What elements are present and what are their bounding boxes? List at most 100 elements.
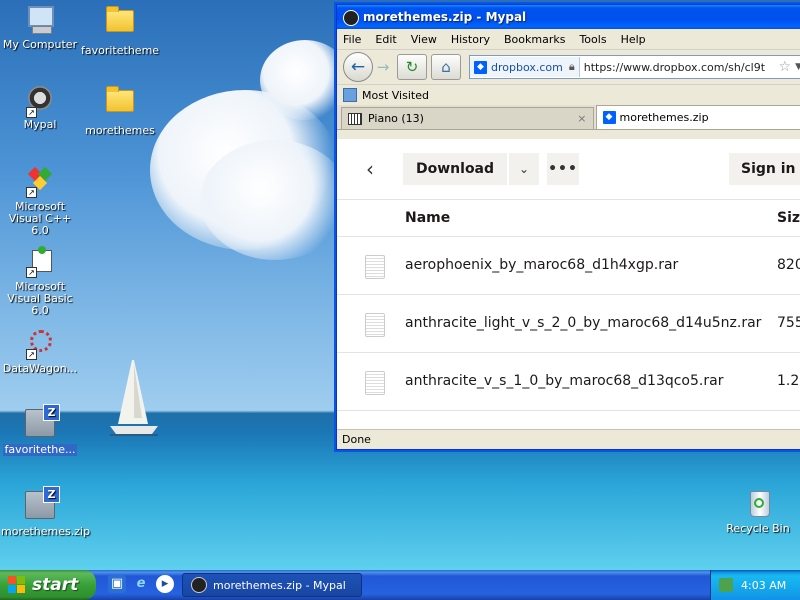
mypal-icon (191, 577, 207, 593)
piano-favicon-icon (348, 112, 362, 125)
zip-file-icon: Z (24, 404, 60, 441)
desktop-icon-label: Recycle Bin (726, 522, 790, 535)
download-button[interactable]: Download (403, 153, 508, 185)
table-row[interactable] (337, 411, 800, 429)
visual-cpp-icon: ↗ (24, 166, 56, 198)
archive-file-icon (365, 313, 385, 337)
table-row[interactable]: anthracite_v_s_1_0_by_maroc68_d13qco5.ra… (337, 353, 800, 411)
tab-morethemes[interactable]: ◆ morethemes.zip (595, 105, 800, 129)
file-name[interactable]: anthracite_v_s_1_0_by_maroc68_d13qco5.ra… (405, 373, 723, 389)
browser-window[interactable]: morethemes.zip - Mypal File Edit View Hi… (336, 4, 800, 450)
table-row[interactable]: anthracite_light_v_s_2_0_by_maroc68_d14u… (337, 295, 800, 353)
sign-in-button[interactable]: Sign in (729, 153, 800, 185)
media-player-icon[interactable]: ▸ (156, 575, 174, 593)
download-dropdown-button[interactable]: ⌄ (509, 153, 540, 185)
bookmark-most-visited[interactable]: Most Visited (362, 89, 429, 102)
file-size: 820 (777, 257, 800, 273)
computer-icon (24, 4, 56, 36)
zip-file-icon: Z (24, 486, 60, 523)
bookmark-star-icon[interactable]: ☆ (779, 59, 792, 75)
menu-bookmarks[interactable]: Bookmarks (504, 33, 565, 46)
internet-explorer-icon[interactable]: e (132, 575, 150, 593)
tab-label: Piano (13) (368, 112, 424, 125)
desktop-icon-favoritetheme[interactable]: favoritetheme (80, 4, 160, 57)
reload-icon: ↻ (405, 58, 419, 76)
dropbox-favicon-icon: ◆ (474, 60, 487, 74)
column-header-name[interactable]: Name (405, 210, 450, 226)
desktop-icon-mypal[interactable]: ↗ Mypal (0, 84, 80, 131)
taskbar-button-mypal[interactable]: morethemes.zip - Mypal (182, 573, 362, 597)
desktop-icon-label: My Computer (2, 38, 78, 51)
file-size: 1.26 (777, 373, 800, 389)
desktop-icon-label: favoritethe... (3, 443, 77, 456)
desktop-icon-favoritetheme-zip[interactable]: Z favoritethe... (0, 404, 80, 456)
status-bar: Done (337, 429, 800, 449)
desktop-icon-recycle-bin[interactable]: Recycle Bin (718, 488, 798, 535)
sailboat-image (110, 360, 158, 436)
home-button[interactable]: ⌂ (431, 54, 461, 80)
window-title: morethemes.zip - Mypal (363, 10, 527, 24)
menu-edit[interactable]: Edit (375, 33, 396, 46)
url-bar[interactable]: ◆ dropbox.com 🔒︎ https://www.dropbox.com… (469, 55, 800, 79)
menu-view[interactable]: View (411, 33, 437, 46)
desktop-icon-morethemes[interactable]: morethemes (80, 84, 160, 137)
chevron-down-icon: ⌄ (519, 162, 530, 176)
taskbar-button-label: morethemes.zip - Mypal (213, 578, 346, 592)
menu-tools[interactable]: Tools (579, 33, 606, 46)
desktop-icon-label: morethemes.zip (1, 525, 91, 538)
back-chevron-icon[interactable]: ‹ (355, 157, 385, 181)
most-visited-icon (343, 88, 357, 102)
start-button[interactable]: start (0, 570, 96, 600)
bookmarks-toolbar: Most Visited (337, 85, 800, 105)
column-header-size[interactable]: Size (777, 210, 800, 226)
quicklaunch-show-desktop-icon[interactable]: ▣ (108, 575, 126, 593)
file-name[interactable]: anthracite_light_v_s_2_0_by_maroc68_d14u… (405, 315, 761, 331)
desktop-icon-label: Mypal (23, 118, 57, 131)
reload-button[interactable]: ↻ (397, 54, 427, 80)
file-size: 755 (777, 315, 800, 331)
site-identity[interactable]: ◆ dropbox.com 🔒︎ (470, 57, 580, 77)
menu-help[interactable]: Help (621, 33, 646, 46)
file-name[interactable]: aerophoenix_by_maroc68_d1h4xgp.rar (405, 257, 678, 273)
tab-close-icon[interactable]: × (577, 112, 586, 125)
lock-icon: 🔒︎ (568, 60, 575, 73)
table-row[interactable]: aerophoenix_by_maroc68_d1h4xgp.rar 820 (337, 237, 800, 295)
cloud (200, 140, 350, 260)
navigation-toolbar: ← → ↻ ⌂ ◆ dropbox.com 🔒︎ https://www.dro… (337, 50, 800, 85)
menu-bar: File Edit View History Bookmarks Tools H… (337, 29, 800, 50)
desktop-icon-label: Microsoft Visual Basic 6.0 (7, 280, 73, 317)
desktop-icon-label: morethemes (85, 124, 155, 137)
file-table-header: Name Size (337, 200, 800, 237)
url-text[interactable]: https://www.dropbox.com/sh/cl9t (580, 61, 779, 74)
recycle-bin-icon (742, 488, 774, 520)
tab-label: morethemes.zip (619, 111, 709, 124)
start-label: start (32, 575, 79, 595)
window-titlebar[interactable]: morethemes.zip - Mypal (337, 5, 800, 29)
tab-piano[interactable]: Piano (13) × (341, 107, 594, 129)
forward-button[interactable]: → (373, 55, 393, 79)
network-tray-icon[interactable] (719, 578, 733, 592)
folder-icon (104, 86, 136, 122)
desktop-icon-my-computer[interactable]: My Computer (0, 4, 80, 51)
mypal-raccoon-icon: ↗ (24, 84, 56, 118)
desktop-icon-label: favoritetheme (81, 44, 160, 57)
status-text: Done (342, 433, 371, 446)
url-dropdown-icon[interactable]: ▼ (795, 62, 800, 72)
windows-flag-icon (8, 576, 26, 594)
folder-icon (104, 6, 136, 42)
menu-history[interactable]: History (451, 33, 490, 46)
dropbox-favicon-icon: ◆ (602, 111, 616, 124)
site-identity-label: dropbox.com (491, 60, 563, 74)
clock[interactable]: 4:03 AM (741, 579, 786, 592)
page-content: ‹ Download ⌄ ••• Sign in Name Size aerop… (337, 139, 800, 429)
desktop-icon-visual-cpp[interactable]: ↗ Microsoft Visual C++ 6.0 (0, 166, 80, 237)
desktop-icon-datawagon[interactable]: ↗ DataWagon... (0, 328, 80, 375)
desktop-icon-label: DataWagon... (2, 362, 78, 375)
back-button[interactable]: ← (343, 52, 373, 82)
more-options-button[interactable]: ••• (547, 153, 580, 185)
menu-file[interactable]: File (343, 33, 361, 46)
desktop-icon-visual-basic[interactable]: ↗ Microsoft Visual Basic 6.0 (0, 246, 80, 317)
system-tray: 4:03 AM (710, 570, 800, 600)
desktop-icon-morethemes-zip[interactable]: Z morethemes.zip (0, 486, 90, 538)
archive-file-icon (365, 255, 385, 279)
